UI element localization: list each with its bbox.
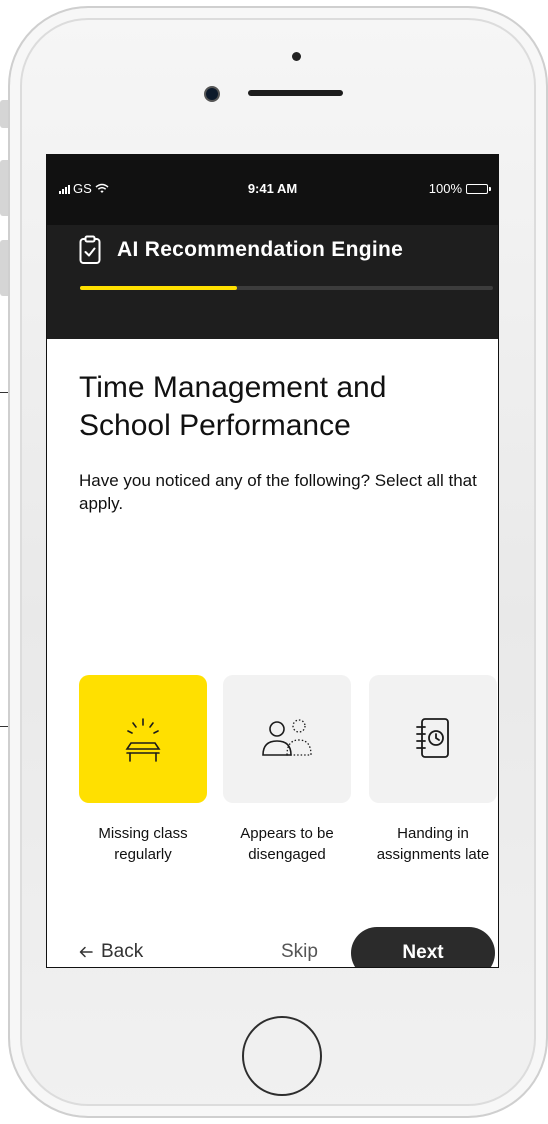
question-prompt: Have you noticed any of the following? S… bbox=[79, 471, 477, 513]
device-mockup: GS 9:41 AM 100% AI Recommendation Engine… bbox=[0, 0, 548, 1124]
option-tile[interactable] bbox=[369, 675, 497, 803]
option-cards: Missing class regularly Appears to be di… bbox=[79, 675, 498, 895]
battery-percent: 100% bbox=[428, 181, 462, 196]
option-tile[interactable] bbox=[79, 675, 207, 803]
app-title: AI Recommendation Engine bbox=[117, 238, 404, 261]
question-content: Time Management and School Performance H… bbox=[79, 369, 479, 515]
arrow-left-icon bbox=[79, 946, 93, 958]
earpiece-speaker bbox=[248, 90, 343, 96]
late-notebook-icon bbox=[416, 718, 449, 758]
option-label: Appears to be disengaged bbox=[240, 825, 334, 863]
front-camera bbox=[206, 88, 218, 100]
volume-down-button bbox=[0, 240, 8, 296]
progress-bar bbox=[80, 286, 493, 290]
option-card-disengaged[interactable]: Appears to be disengaged bbox=[223, 675, 351, 865]
clipboard-check-icon bbox=[79, 235, 101, 264]
next-button[interactable]: Next bbox=[351, 927, 495, 967]
skip-button[interactable]: Skip bbox=[281, 941, 318, 963]
option-label: Missing class regularly bbox=[98, 825, 188, 863]
back-button[interactable]: Back bbox=[79, 941, 143, 963]
page-title-line-1: Time Management and bbox=[79, 371, 387, 404]
app-title-row: AI Recommendation Engine bbox=[79, 235, 403, 265]
phone-screen: GS 9:41 AM 100% AI Recommendation Engine… bbox=[46, 154, 499, 968]
mute-switch bbox=[0, 100, 8, 128]
status-bar: GS 9:41 AM 100% bbox=[47, 155, 498, 225]
home-button[interactable] bbox=[242, 1016, 322, 1096]
volume-up-button bbox=[0, 160, 8, 216]
option-tile[interactable] bbox=[223, 675, 351, 803]
option-card-late-assignments[interactable]: Handing in assignments late bbox=[369, 675, 497, 865]
back-button-label: Back bbox=[101, 941, 144, 962]
battery-status: 100% bbox=[428, 181, 491, 196]
front-sensor bbox=[292, 52, 301, 61]
disengaged-people-icon bbox=[262, 719, 312, 756]
battery-icon bbox=[466, 183, 491, 194]
progress-bar-fill bbox=[80, 286, 237, 290]
navigation-footer: Back Skip Next bbox=[47, 927, 498, 967]
option-card-missing-class[interactable]: Missing class regularly bbox=[79, 675, 207, 865]
option-label: Handing in assignments late bbox=[376, 825, 490, 863]
empty-desk-icon bbox=[125, 718, 161, 762]
app-header: GS 9:41 AM 100% AI Recommendation Engine bbox=[47, 155, 498, 339]
page-title-line-2: School Performance bbox=[79, 409, 351, 442]
page-title: Time Management and School Performance bbox=[79, 369, 479, 445]
